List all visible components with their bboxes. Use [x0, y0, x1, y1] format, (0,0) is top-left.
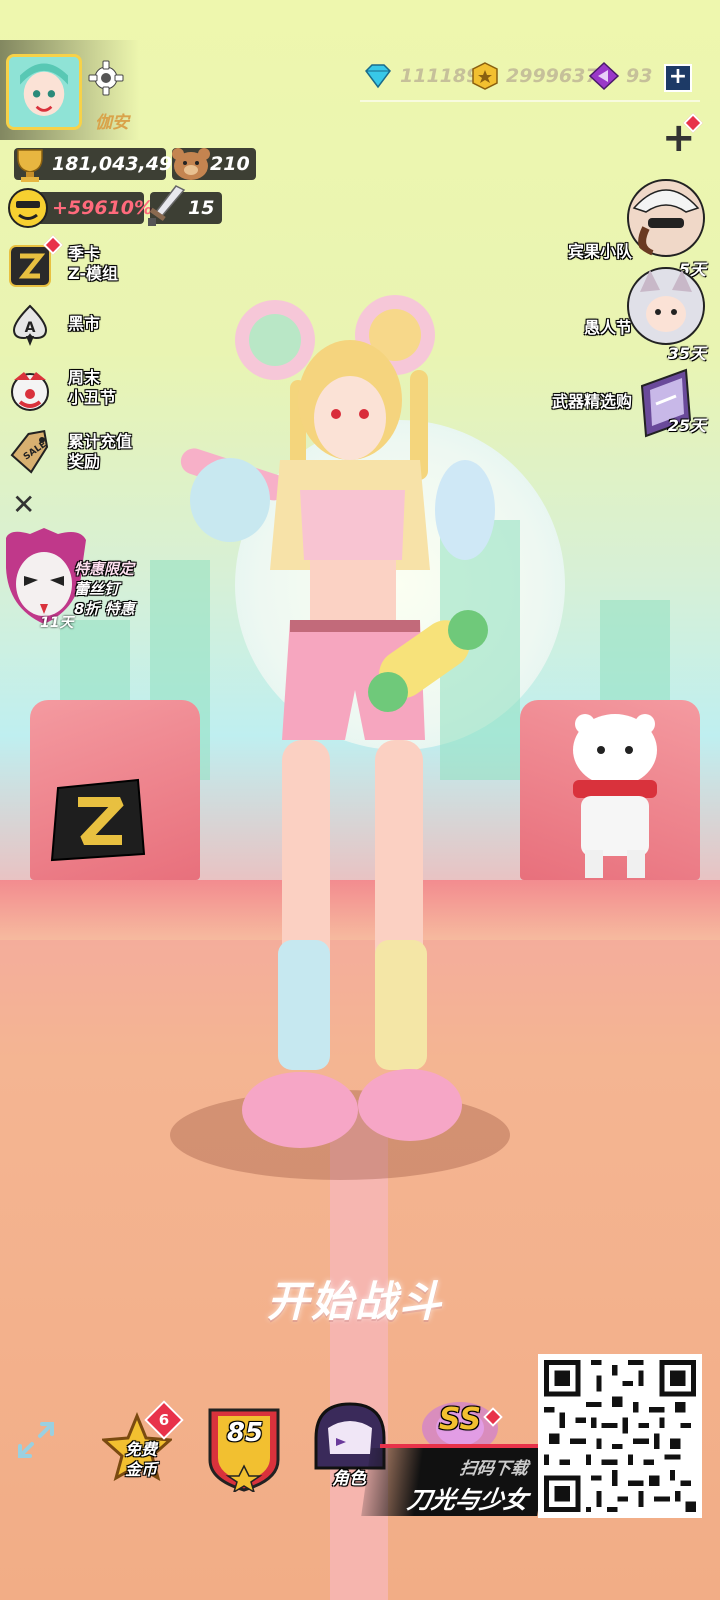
- top-divider: [360, 100, 700, 102]
- purple-gem-icon: [588, 61, 620, 91]
- sword-icon: [148, 185, 186, 226]
- start-battle-button[interactable]: 开始战斗: [235, 1268, 475, 1338]
- ticket-value: 93: [626, 65, 653, 87]
- event-label: 宾果小队: [567, 242, 632, 261]
- free-coins-label-2: 金币: [124, 1460, 157, 1479]
- event-clown-festival[interactable]: 周末 小丑节: [6, 364, 176, 416]
- player-avatar[interactable]: [6, 54, 82, 130]
- free-coins-button[interactable]: 免费 金币 6: [96, 1398, 186, 1498]
- coin-currency[interactable]: 2999637: [470, 62, 599, 90]
- qr-code-graphic: [544, 1360, 696, 1512]
- download-banner[interactable]: 扫码下载 刀光与少女: [361, 1448, 547, 1516]
- bear-icon: [172, 148, 210, 180]
- event-season-card[interactable]: 季卡 Z-模组: [6, 235, 176, 292]
- collapse-events-close-icon[interactable]: ✕: [12, 488, 35, 521]
- promo-days: 11天: [40, 615, 74, 631]
- character-model[interactable]: [170, 290, 510, 1170]
- bingo-character-icon: [627, 179, 705, 258]
- event-label-2: Z-模组: [68, 264, 118, 283]
- event-label: 季卡: [68, 244, 101, 263]
- coin-value: 2999637: [506, 65, 599, 87]
- promo-line2: 蕾丝钉: [74, 580, 120, 598]
- event-black-market[interactable]: A 黑市: [6, 300, 176, 352]
- expand-arrows-icon[interactable]: [14, 1418, 58, 1462]
- event-days: 35天: [667, 344, 706, 363]
- download-banner-line1: 扫码下载: [458, 1459, 530, 1479]
- settings-gear-icon[interactable]: [88, 60, 124, 96]
- event-april-fools[interactable]: 愚人节 35天: [506, 266, 706, 363]
- event-label: 累计充值: [68, 432, 133, 451]
- download-qr-code[interactable]: [538, 1354, 702, 1518]
- smiley-bonus-icon: [8, 188, 48, 228]
- clown-icon: [11, 372, 49, 411]
- event-label: 黑市: [68, 314, 101, 333]
- april-fools-character-icon: [627, 267, 705, 345]
- background-building: [60, 620, 130, 780]
- promo-line3: 8折 特惠: [74, 600, 135, 618]
- add-currency-button[interactable]: +: [664, 64, 692, 92]
- event-label: 周末: [68, 368, 101, 387]
- event-label: 愚人节: [583, 318, 632, 337]
- event-recharge-reward[interactable]: SALE 累计充值 奖励: [6, 428, 176, 480]
- polar-bear-mascot: [573, 714, 657, 878]
- spade-card-icon: A: [12, 304, 48, 346]
- event-weapon-select[interactable]: 武器精选购 25天: [506, 364, 706, 444]
- bonus-stat: +59610%: [8, 188, 153, 228]
- trophy-icon: [17, 149, 43, 182]
- sale-tag-icon: SALE: [10, 430, 48, 474]
- event-days: 25天: [667, 416, 706, 435]
- z-mystery-box-icon[interactable]: [48, 774, 148, 866]
- promo-limited-offer[interactable]: 特惠限定 蕾丝钉 8折 特惠 11天: [0, 528, 160, 632]
- bear-stat: 210: [172, 148, 256, 180]
- level-value: 85: [226, 1418, 264, 1448]
- ticket-currency[interactable]: 93: [588, 61, 653, 91]
- event-label-2: 奖励: [68, 452, 101, 471]
- svg-text:A: A: [25, 320, 36, 336]
- trophy-stat: 181,043,498: [14, 148, 185, 182]
- level-button[interactable]: 85: [200, 1398, 290, 1498]
- event-bingo-squad[interactable]: 宾果小队 5天: [506, 178, 706, 279]
- promo-line1: 特惠限定: [74, 560, 135, 578]
- weapon-stat: 15: [148, 185, 222, 226]
- arena-lane: [330, 1100, 388, 1600]
- diamond-icon: [365, 64, 391, 89]
- event-label-2: 小丑节: [68, 388, 117, 407]
- coin-icon: [472, 62, 498, 90]
- download-banner-line2: 刀光与少女: [405, 1486, 530, 1514]
- event-label: 武器精选购: [551, 392, 632, 411]
- player-name: 伽安: [95, 113, 129, 133]
